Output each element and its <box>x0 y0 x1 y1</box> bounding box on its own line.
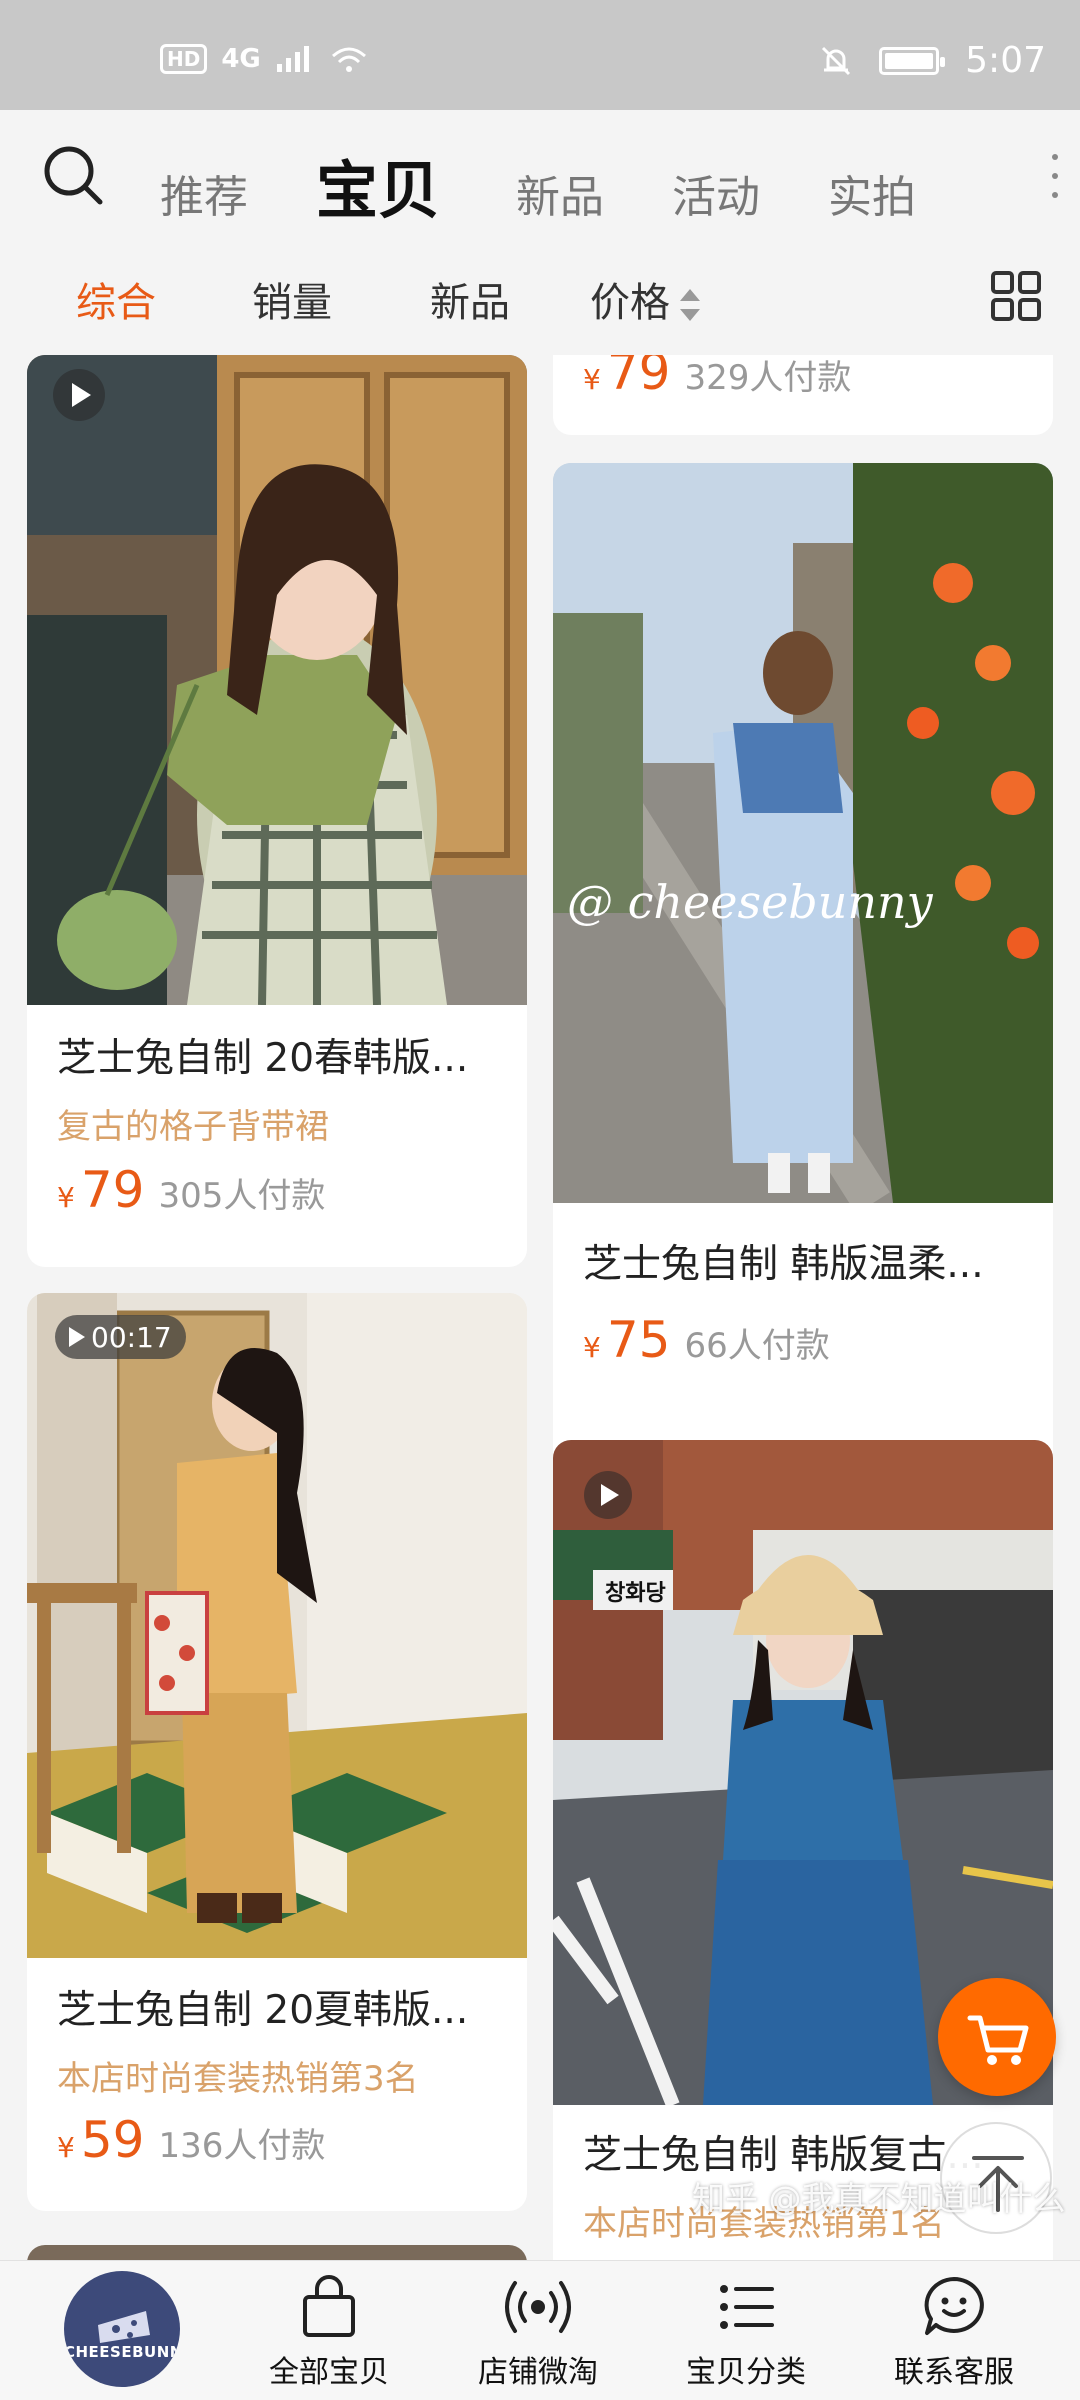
product-card[interactable]: 00:17 芝士兔自制 20夏韩版... 本店时尚套装热销第3名 ¥ 59 13… <box>27 1293 527 2211</box>
watermark-text: 知乎 @我真不知道叫什么 <box>692 2179 1066 2218</box>
currency: ¥ <box>57 2131 75 2164</box>
price: 79 <box>80 1161 145 1219</box>
price: 75 <box>606 1311 671 1369</box>
price: 59 <box>80 2111 145 2169</box>
nav-shop-feed[interactable]: 店铺微淘 <box>438 2275 638 2391</box>
nav-tabs: 推荐 宝贝 新品 活动 实拍 <box>160 140 984 230</box>
sort-overall[interactable]: 综合 <box>76 270 156 328</box>
product-image[interactable]: 00:17 <box>27 1293 527 1958</box>
nav-label: 全部宝贝 <box>269 2355 389 2390</box>
price-row: ¥ 59 136人付款 <box>57 2111 325 2169</box>
product-subtitle: 本店时尚套装热销第3名 <box>57 2059 419 2099</box>
logo-text: CHEESEBUNNY <box>64 2343 180 2361</box>
play-icon <box>69 1327 85 1347</box>
grid-view-icon[interactable] <box>990 270 1042 322</box>
product-title: 芝士兔自制 20春韩版... <box>57 1036 469 1081</box>
video-duration-badge: 00:17 <box>55 1315 186 1359</box>
tab-events[interactable]: 活动 <box>672 161 760 225</box>
product-title: 芝士兔自制 韩版温柔... <box>583 1242 984 1287</box>
tab-new[interactable]: 新品 <box>516 161 604 225</box>
product-subtitle: 复古的格子背带裙 <box>57 1107 329 1147</box>
product-image[interactable] <box>27 355 527 1005</box>
network-label: 4G <box>221 44 261 74</box>
shop-top-nav: 推荐 宝贝 新品 活动 实拍 <box>0 110 1080 240</box>
shop-sign-text: 창화당 <box>605 1581 666 1606</box>
wifi-icon <box>331 47 366 72</box>
sort-bar: 综合 销量 新品 价格 <box>0 240 1080 355</box>
sort-sales[interactable]: 销量 <box>252 270 332 328</box>
tab-real-shots[interactable]: 实拍 <box>828 161 916 225</box>
shopping-bag-icon <box>303 2275 355 2337</box>
sold-count: 66人付款 <box>684 1326 830 1366</box>
product-card[interactable]: 芝士兔自制 20春韩版... 复古的格子背带裙 ¥ 79 305人付款 <box>27 355 527 1267</box>
clock: 5:07 <box>965 40 1046 81</box>
status-left: HD 4G <box>160 44 369 74</box>
nav-categories[interactable]: 宝贝分类 <box>646 2275 846 2391</box>
video-duration: 00:17 <box>91 1320 172 1354</box>
sold-count: 136人付款 <box>158 2126 326 2166</box>
status-bar: HD 4G 5:07 <box>0 0 1080 110</box>
product-feed[interactable]: ¥ 79 329人付款 芝士兔自制 20春韩版... 复古的格子背带裙 ¥ 79… <box>0 355 1080 2260</box>
price: 79 <box>606 355 671 401</box>
sort-price[interactable]: 价格 <box>590 270 700 328</box>
cart-button[interactable] <box>938 1978 1056 2096</box>
product-image[interactable] <box>27 2245 527 2260</box>
status-right: 5:07 <box>819 40 1046 81</box>
sold-count: 329人付款 <box>684 358 852 398</box>
sold-count: 305人付款 <box>158 1176 326 1216</box>
price-row: ¥ 79 305人付款 <box>57 1161 325 1219</box>
price-row: ¥ 79 329人付款 <box>583 355 851 401</box>
product-image[interactable]: @ cheesebunny <box>553 463 1053 1203</box>
cheese-icon <box>98 2311 150 2343</box>
signal-icon <box>276 46 309 72</box>
nav-customer-service[interactable]: 联系客服 <box>854 2275 1054 2391</box>
tab-products[interactable]: 宝贝 <box>316 140 440 230</box>
currency: ¥ <box>57 1181 75 1214</box>
nav-label: 店铺微淘 <box>478 2355 598 2390</box>
cart-icon <box>967 2015 1029 2065</box>
tab-recommend[interactable]: 推荐 <box>160 161 248 225</box>
nav-label: 宝贝分类 <box>686 2355 806 2390</box>
sort-price-label: 价格 <box>590 280 670 326</box>
shop-logo[interactable]: CHEESEBUNNY <box>64 2271 180 2387</box>
chat-face-icon <box>924 2277 984 2335</box>
search-icon[interactable] <box>42 144 104 206</box>
bottom-nav: CHEESEBUNNY 全部宝贝 店铺微淘 宝贝分类 联系客服 <box>0 2260 1080 2400</box>
hd-badge: HD <box>160 44 208 74</box>
broadcast-icon <box>505 2281 571 2333</box>
product-card[interactable] <box>27 2245 527 2260</box>
mute-bell-icon <box>822 46 851 75</box>
more-menu-icon[interactable] <box>1050 154 1060 198</box>
nav-label: 联系客服 <box>894 2355 1014 2390</box>
product-title: 芝士兔自制 20夏韩版... <box>57 1988 469 2033</box>
currency: ¥ <box>583 363 601 396</box>
price-row: ¥ 75 66人付款 <box>583 1311 830 1369</box>
product-card[interactable]: ¥ 79 329人付款 <box>553 355 1053 435</box>
battery-icon <box>879 46 946 75</box>
sort-arrows-icon <box>680 285 700 325</box>
list-icon <box>720 2285 774 2329</box>
image-watermark: @ cheesebunny <box>567 875 933 929</box>
nav-all-products[interactable]: 全部宝贝 <box>229 2275 429 2391</box>
currency: ¥ <box>583 1331 601 1364</box>
sort-new[interactable]: 新品 <box>430 270 510 328</box>
